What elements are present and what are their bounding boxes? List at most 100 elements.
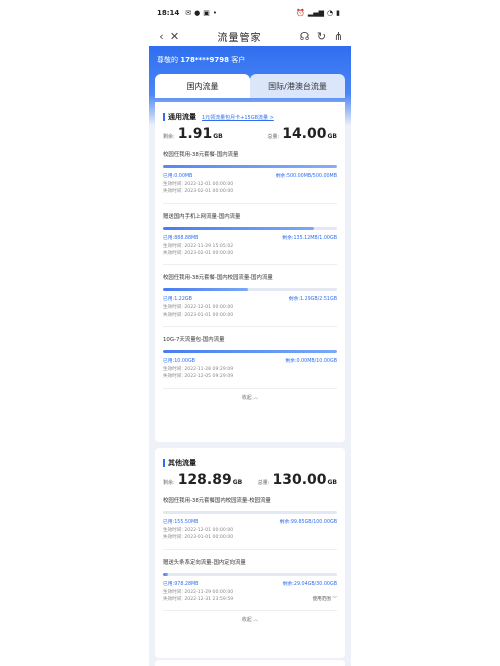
other-flow-card: 其他流量 剩余: 128.89 GB 总量: 130.00 GB 校园任我用-3… [155,448,345,658]
greeting-phone: 178****9798 [180,56,229,64]
greeting-prefix: 尊敬的 [157,56,178,64]
used-amount: 已用:10.00GB [163,359,195,365]
promo-link[interactable]: 1元领流量包月卡+15GB流量 > [202,114,274,121]
close-icon[interactable]: ✕ [168,30,181,43]
refresh-icon[interactable]: ↻ [315,30,328,43]
battery-icon: ▮ [336,9,340,17]
validity-dates: 生效时间: 2022-11-29 00:00:00 失效时间: 2022-12-3… [163,589,337,604]
share-icon[interactable]: ⋔ [332,30,345,43]
used-amount: 已用:888.88MB [163,235,199,241]
usage-progress-bar [163,511,337,514]
wifi-signal-icon: ◔ [327,9,334,17]
usage-row: 已用:1.22GB 剩余:1.29GB/2.51GB [163,295,337,302]
validity-dates: 生效时间: 2022-12-01 00:00:00 失效时间: 2023-01-0… [163,527,337,542]
usage-row: 已用:888.88MB 剩余:135.12MB/1.00GB [163,234,337,241]
end-time: 失效时间: 2022-12-05 09:29:09 [163,374,234,380]
package-item: 校园任我用-38元套餐-国内流量 已用:0.00MB 剩余:500.00MB/500… [163,150,337,204]
greeting: 尊敬的 178****9798 客户 [149,46,351,65]
usage-row: 已用:978.28MB 剩余:29.04GB/30.00GB [163,580,337,587]
total-value: 130.00 [272,472,327,488]
total-label: 总量: [267,134,280,140]
remaining-unit: GB [232,479,243,486]
app-bar-actions: ☊ ↻ ⋔ [298,30,345,43]
used-amount: 已用:978.28MB [163,581,199,587]
section-marker [163,113,165,121]
start-time: 生效时间: 2022-12-01 00:00:00 [163,305,234,311]
back-icon[interactable]: ‹ [155,30,168,43]
alarm-icon: ⏰ [296,9,305,17]
usage-progress-bar [163,572,337,576]
headset-icon[interactable]: ☊ [298,30,311,43]
start-time: 生效时间: 2022-11-29 15:05:02 [163,243,234,249]
total-unit: GB [327,133,338,140]
start-time: 生效时间: 2022-12-01 00:00:00 [163,528,234,533]
package-item: 10G-7天流量包-国内流量 已用:10.00GB 剩余:0.00MB/10.00G… [163,335,337,389]
phone-screen: 18:14 ✉ ● ▣ • ⏰ ▂▄▆ ◔ ▮ ‹ ✕ 流量管家 ☊ ↻ ⋔ 尊敬的 178… [149,0,351,666]
validity-dates: 生效时间: 2022-11-29 15:05:02 失效时间: 2023-02-0… [163,243,337,258]
usage-scope-button[interactable]: 使用范围 ﹀ [313,596,337,603]
remaining-value: 128.89 [177,472,232,488]
remaining-amount: 剩余:1.29GB/2.51GB [288,297,337,303]
status-left-icons: ✉ ● ▣ • [185,9,220,17]
tab-bar: 国内流量 国际/港澳台流量 [155,74,345,98]
usage-progress-bar [163,226,337,230]
wifi-icon: • [212,9,218,17]
status-right-icons: ⏰ ▂▄▆ ◔ ▮ [296,9,343,17]
app-icon: ▣ [203,9,210,17]
total-unit: GB [327,479,338,486]
tab-international[interactable]: 国际/港澳台流量 [250,74,345,98]
message-icon: ✉ [185,9,192,17]
status-bar: 18:14 ✉ ● ▣ • ⏰ ▂▄▆ ◔ ▮ [149,0,351,26]
remaining-value: 1.91 [177,126,213,142]
used-amount: 已用:1.22GB [163,297,192,303]
general-flow-card: 通用流量 1元领流量包月卡+15GB流量 > 剩余: 1.91 GB 总量: 1… [155,102,345,442]
other-package-list: 校园任我用-38元套餐国内校园流量-校园流量 已用:155.50MB 剩余:99.8… [155,496,345,612]
total-label: 总量: [257,480,270,486]
used-amount: 已用:155.50MB [163,520,199,525]
end-time: 失效时间: 2023-02-01 00:00:00 [163,251,234,257]
other-flow-label: 其他流量 [168,459,196,467]
usage-progress-bar [163,288,337,292]
chat-icon: ● [194,9,201,17]
general-totals: 剩余: 1.91 GB 总量: 14.00 GB [155,122,345,142]
end-time: 失效时间: 2022-12-31 23:59:59 [163,597,234,603]
usage-progress-fill [163,572,169,576]
package-name: 赠送头条系定向流量-国内定向流量 [163,559,246,566]
end-time: 失效时间: 2023-01-01 00:00:00 [163,535,234,541]
end-time: 失效时间: 2023-01-01 00:00:00 [163,312,234,318]
remaining-amount: 剩余:500.00MB/500.00MB [275,174,337,179]
general-package-list: 校园任我用-38元套餐-国内流量 已用:0.00MB 剩余:500.00MB/500… [155,150,345,389]
signal-icon: ▂▄▆ [307,9,325,17]
usage-progress-fill [163,350,337,354]
general-flow-label: 通用流量 [168,113,196,121]
remaining-amount: 剩余:99.85GB/100.00GB [279,520,337,525]
package-item: 赠送头条系定向流量-国内定向流量 已用:978.28MB 剩余:29.04GB/30… [163,558,337,612]
usage-row: 已用:155.50MB 剩余:99.85GB/100.00GB [163,518,337,525]
collapse-button[interactable]: 收起 ︿ [155,611,345,623]
package-name: 赠送国内手机上网流量-国内流量 [163,213,241,220]
remaining-label: 剩余: [163,480,175,486]
status-time: 18:14 [157,9,180,17]
package-name: 10G-7天流量包-国内流量 [163,337,225,344]
validity-dates: 生效时间: 2022-12-01 00:00:00 失效时间: 2023-02-0… [163,181,337,196]
package-item: 校园任我用-38元套餐国内校园流量-校园流量 已用:155.50MB 剩余:99.8… [163,496,337,550]
usage-progress-fill [163,165,337,168]
start-time: 生效时间: 2022-11-28 09:29:09 [163,367,234,373]
remaining-amount: 剩余:29.04GB/30.00GB [282,581,337,587]
usage-row: 已用:10.00GB 剩余:0.00MB/10.00GB [163,357,337,364]
general-flow-header: 通用流量 1元领流量包月卡+15GB流量 > [155,102,345,122]
remaining-amount: 剩余:0.00MB/10.00GB [285,359,337,365]
usage-progress-fill [163,288,249,292]
package-item: 校园任我用-38元套餐-国内校园流量-国内流量 已用:1.22GB 剩余:1.29G… [163,273,337,328]
package-name: 校园任我用-38元套餐-国内流量 [163,152,239,158]
usage-progress-fill [163,226,315,230]
usage-progress-bar [163,350,337,354]
remaining-amount: 剩余:135.12MB/1.00GB [282,235,337,241]
start-time: 生效时间: 2022-11-29 00:00:00 [163,589,234,595]
collapse-button[interactable]: 收起 ︿ [155,389,345,401]
tab-domestic[interactable]: 国内流量 [155,74,250,98]
other-flow-header: 其他流量 [155,448,345,468]
other-totals: 剩余: 128.89 GB 总量: 130.00 GB [155,468,345,488]
validity-dates: 生效时间: 2022-12-01 00:00:00 失效时间: 2023-01-0… [163,304,337,319]
remaining-unit: GB [213,133,223,140]
